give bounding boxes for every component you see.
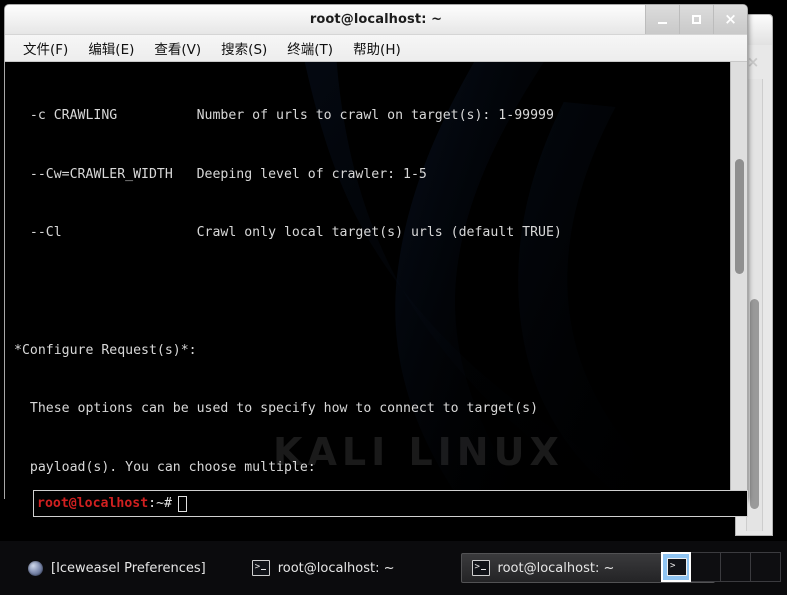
terminal-line: payload(s). You can choose multiple: — [14, 459, 316, 475]
taskbar-item-iceweasel[interactable]: [Iceweasel Preferences] — [18, 553, 216, 583]
menu-item-view[interactable]: 查看(V) — [144, 36, 211, 60]
menu-item-help[interactable]: 帮助(H) — [343, 36, 411, 60]
workspace-cell-1[interactable] — [661, 552, 691, 582]
minimize-icon — [658, 22, 667, 24]
terminal-line: -c CRAWLING Number of urls to crawl on t… — [14, 108, 554, 124]
terminal-output-area[interactable]: KALI LINUX -c CRAWLING Number of urls to… — [5, 62, 747, 499]
terminal-window[interactable]: root@localhost: ~ × 文件(F) 编辑(E) 查看(V) 搜索… — [4, 4, 748, 499]
terminal-icon — [471, 560, 490, 576]
taskbar-item-terminal-1[interactable]: root@localhost: ~ — [242, 553, 405, 583]
workspace-cell-2[interactable] — [691, 552, 721, 582]
desktop: × root@localhost: ~ × 文件(F) 编辑(E) 查看(V) … — [0, 0, 787, 595]
terminal-line: *Configure Request(s)*: — [14, 342, 197, 358]
taskbar-item-label: [Iceweasel Preferences] — [51, 560, 206, 576]
terminal-line: --Cl Crawl only local target(s) urls (de… — [14, 225, 562, 241]
terminal-text: -c CRAWLING Number of urls to crawl on t… — [6, 62, 747, 499]
minimize-button[interactable] — [645, 5, 679, 34]
maximize-button[interactable] — [679, 5, 713, 34]
terminal-line: These options can be used to specify how… — [14, 401, 539, 417]
menu-item-search[interactable]: 搜索(S) — [211, 36, 277, 60]
menu-item-file[interactable]: 文件(F) — [13, 36, 78, 60]
terminal-icon — [251, 560, 270, 576]
menu-item-terminal[interactable]: 终端(T) — [277, 36, 343, 60]
scrollbar-thumb[interactable] — [750, 299, 759, 509]
terminal-line: --Cw=CRAWLER_WIDTH Deeping level of craw… — [14, 166, 427, 182]
taskbar-item-label: root@localhost: ~ — [277, 560, 395, 576]
close-button[interactable]: × — [713, 5, 747, 34]
workspace-pager[interactable] — [661, 552, 781, 582]
workspace-cell-4[interactable] — [751, 552, 781, 582]
maximize-icon — [692, 15, 701, 24]
terminal-icon — [667, 558, 687, 576]
background-window-scrollbar[interactable] — [746, 79, 763, 531]
taskbar-item-label: root@localhost: ~ — [497, 560, 615, 576]
taskbar: [Iceweasel Preferences] root@localhost: … — [0, 541, 787, 595]
window-title: root@localhost: ~ — [309, 12, 443, 27]
window-controls: × — [645, 5, 747, 34]
menubar: 文件(F) 编辑(E) 查看(V) 搜索(S) 终端(T) 帮助(H) — [5, 35, 747, 62]
workspace-cell-3[interactable] — [721, 552, 751, 582]
close-icon: × — [724, 10, 737, 28]
titlebar[interactable]: root@localhost: ~ × — [5, 5, 747, 35]
iceweasel-icon — [28, 560, 43, 576]
menu-item-edit[interactable]: 编辑(E) — [78, 36, 144, 60]
